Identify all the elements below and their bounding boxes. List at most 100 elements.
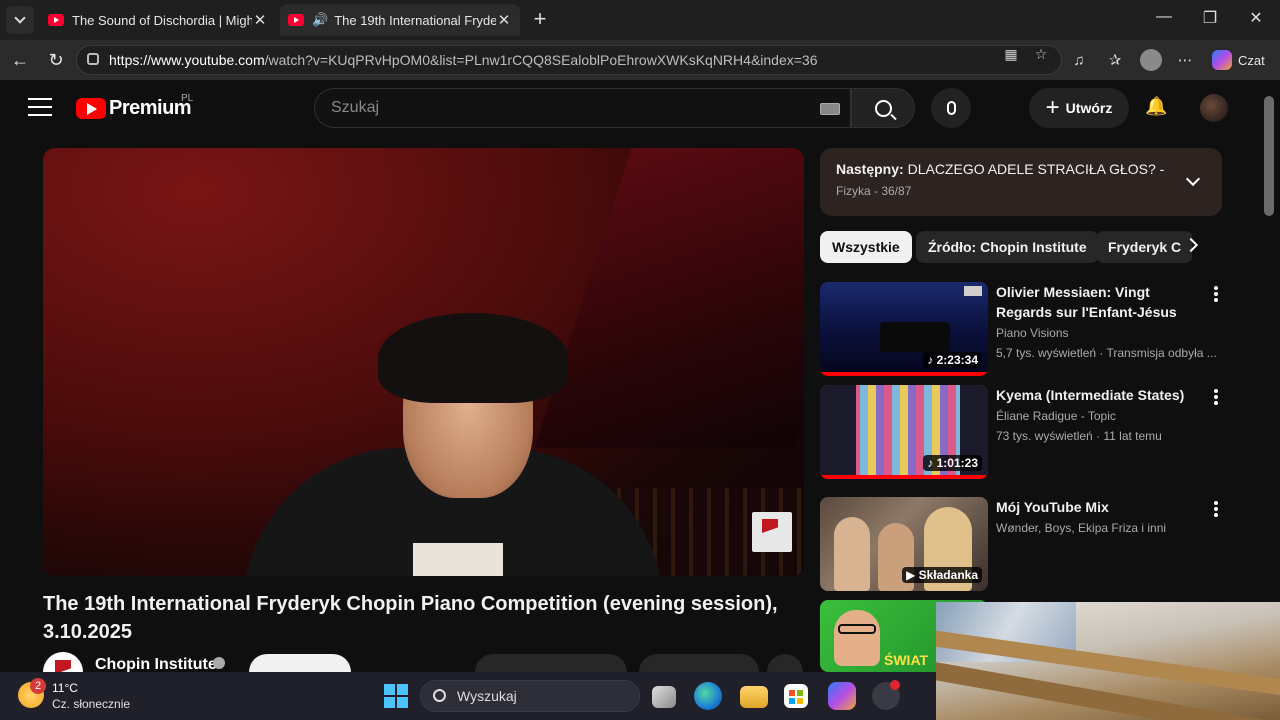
search-input[interactable]: Szukaj <box>314 88 851 128</box>
watch-progress-bar <box>820 475 988 479</box>
favorites-icon[interactable]: ✰ <box>1104 50 1126 72</box>
windows-start-icon[interactable] <box>384 684 408 708</box>
watch-progress-bar <box>820 372 988 376</box>
browser-tab-1[interactable]: The Sound of Dischordia | Mighty ✕ <box>40 4 276 36</box>
video-thumbnail[interactable]: ♪ 2:23:34 <box>820 282 988 376</box>
recommendation-meta: 5,7 tys. wyświetleń · Transmisja odbyła … <box>996 346 1217 360</box>
page-scrollbar[interactable] <box>1264 96 1274 216</box>
chip-fryderyk[interactable]: Fryderyk C <box>1096 231 1192 263</box>
next-video: Następny: DLACZEGO ADELE STRACIŁA GŁOS? … <box>836 161 1166 177</box>
taskbar-search-input[interactable]: Wyszukaj <box>420 680 640 712</box>
voice-search-button[interactable] <box>931 88 971 128</box>
copilot-button[interactable]: Czat <box>1204 46 1270 74</box>
glasses-icon <box>838 624 876 634</box>
search-placeholder: Szukaj <box>331 99 380 116</box>
video-thumbnail[interactable]: ♪ 1:01:23 <box>820 385 988 479</box>
chevron-down-icon <box>14 12 26 24</box>
store-logo-square <box>789 690 795 696</box>
microsoft-store-icon[interactable] <box>784 684 808 708</box>
recommendation-item[interactable]: ♪ 2:23:34 Olivier Messiaen: Vingt Regard… <box>820 282 1222 376</box>
create-label: Utwórz <box>1065 100 1113 116</box>
browser-tab-bar: The Sound of Dischordia | Mighty ✕ 🔊 The… <box>0 0 1280 40</box>
youtube-logo[interactable]: Premium <box>76 97 192 120</box>
copilot-icon <box>1212 50 1232 70</box>
filter-chips: Wszystkie Źródło: Chopin Institute Fryde… <box>820 231 1192 263</box>
subscribe-button[interactable] <box>249 654 351 672</box>
next-label: Następny: <box>836 161 904 177</box>
file-explorer-icon[interactable] <box>740 686 768 708</box>
thumbnail-text: ŚWIAT <box>884 652 929 668</box>
playlist-next-panel[interactable]: Następny: DLACZEGO ADELE STRACIŁA GŁOS? … <box>820 148 1222 216</box>
thumbnail-person <box>834 517 870 591</box>
video-frame-hair <box>378 313 568 403</box>
thumbnail-logo <box>964 286 982 296</box>
search-button[interactable] <box>851 88 915 128</box>
back-arrow-icon[interactable]: ← <box>8 48 32 72</box>
verified-icon <box>213 657 225 669</box>
search-icon <box>433 689 446 702</box>
tab-actions-button[interactable] <box>6 6 34 34</box>
close-window-button[interactable]: ✕ <box>1244 8 1268 32</box>
screen: The Sound of Dischordia | Mighty ✕ 🔊 The… <box>0 0 1280 720</box>
more-vert-icon[interactable] <box>1214 286 1218 302</box>
tab-title: The Sound of Dischordia | Mighty <box>72 12 252 28</box>
channel-watermark[interactable] <box>752 512 792 552</box>
account-avatar[interactable] <box>1200 94 1228 122</box>
video-duration: ♪ 2:23:34 <box>923 352 982 368</box>
notification-badge: 2 <box>30 678 46 694</box>
favorite-star-icon[interactable]: ☆ <box>1032 45 1050 63</box>
mix-badge: ▶ Składanka <box>902 567 982 583</box>
video-title: The 19th International Fryderyk Chopin P… <box>43 593 778 643</box>
profile-avatar[interactable] <box>1140 49 1162 71</box>
weather-description: Cz. słonecznie <box>52 697 131 711</box>
copilot-app-icon[interactable] <box>828 682 856 710</box>
recommendation-mix[interactable]: ▶ Składanka Mój YouTube Mix Wønder, Boys… <box>820 497 1222 591</box>
close-tab-icon[interactable]: ✕ <box>252 11 268 29</box>
more-vert-icon[interactable] <box>1214 389 1218 405</box>
lock-icon <box>87 53 99 65</box>
chip-all[interactable]: Wszystkie <box>820 231 912 263</box>
menu-icon[interactable] <box>28 98 52 118</box>
app-icon[interactable] <box>872 680 900 710</box>
browser-tab-2-active[interactable]: 🔊 The 19th International Fryderyk Chopin… <box>280 4 520 36</box>
maximize-button[interactable]: ❐ <box>1198 8 1222 32</box>
more-actions-button[interactable] <box>767 654 803 672</box>
recommendation-item[interactable]: ♪ 1:01:23 Kyema (Intermediate States) Él… <box>820 385 1222 479</box>
tab-title: The 19th International Fryderyk Chopin P… <box>334 12 496 28</box>
download-button[interactable] <box>639 654 759 672</box>
new-tab-button[interactable]: + <box>528 8 552 32</box>
close-tab-icon[interactable]: ✕ <box>496 11 512 29</box>
refresh-icon[interactable]: ↻ <box>44 48 68 72</box>
minimize-button[interactable]: — <box>1152 8 1176 32</box>
recommendation-channel: Wønder, Boys, Ekipa Friza i inni <box>996 521 1167 535</box>
youtube-header: Premium PL Szukaj + Utwórz 🔔 <box>0 80 1280 136</box>
thumbnail-border <box>820 385 856 479</box>
keyboard-icon[interactable] <box>820 103 840 115</box>
video-player[interactable] <box>43 148 804 576</box>
country-code: PL <box>181 93 194 104</box>
task-view-icon[interactable] <box>652 686 676 708</box>
recommendation-title: Olivier Messiaen: Vingt Regards sur l'En… <box>996 284 1177 320</box>
more-options-icon[interactable]: ⋯ <box>1174 50 1196 72</box>
recommendation-meta: 73 tys. wyświetleń · 11 lat temu <box>996 429 1162 443</box>
video-frame-piano <box>534 148 804 448</box>
brand-label: Premium <box>109 97 192 119</box>
video-thumbnail[interactable]: ▶ Składanka <box>820 497 988 591</box>
app-available-icon[interactable]: ▦ <box>1002 45 1020 63</box>
address-bar[interactable]: https://www.youtube.com/watch?v=KUqPRvHp… <box>76 45 1062 75</box>
edge-browser-icon[interactable] <box>694 682 722 710</box>
speaker-icon[interactable]: 🔊 <box>312 12 328 28</box>
video-frame-shirt <box>413 543 503 576</box>
thumbnail-piano <box>880 322 950 352</box>
read-aloud-icon[interactable]: ♫ <box>1068 50 1090 72</box>
youtube-favicon-icon <box>48 14 64 26</box>
channel-name[interactable]: Chopin Institute <box>95 656 217 672</box>
notifications-bell-icon[interactable]: 🔔 <box>1145 96 1167 120</box>
create-button[interactable]: + Utwórz <box>1029 88 1129 128</box>
next-title: DLACZEGO ADELE STRACIŁA GŁOS? - Tr... <box>907 161 1166 177</box>
chip-source-channel[interactable]: Źródło: Chopin Institute <box>916 231 1099 263</box>
share-button[interactable] <box>579 654 627 672</box>
more-vert-icon[interactable] <box>1214 501 1218 517</box>
notification-dot <box>890 680 900 690</box>
channel-avatar[interactable] <box>43 652 83 672</box>
